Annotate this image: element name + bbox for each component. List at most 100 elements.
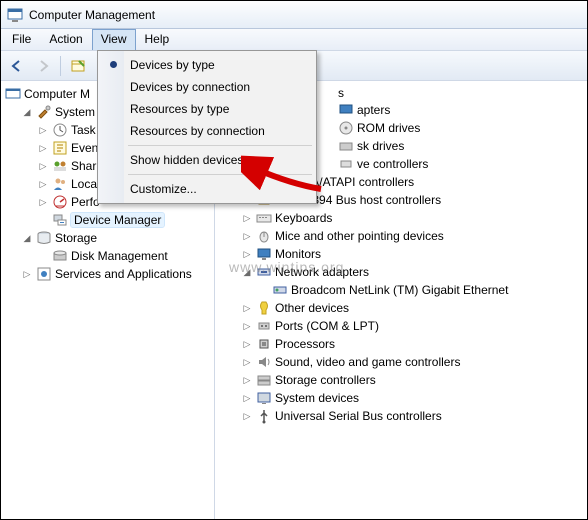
hid-icon	[338, 156, 354, 172]
tree-label: Perfo	[71, 195, 100, 209]
expand-icon[interactable]: ▷	[241, 338, 253, 350]
tree-label: Even	[71, 141, 98, 155]
device-keyboards[interactable]: ▷ Keyboards	[237, 209, 587, 227]
title-bar: Computer Management	[1, 1, 587, 29]
menu-view[interactable]: View	[92, 29, 136, 50]
expand-icon[interactable]: ▷	[241, 410, 253, 422]
forward-button[interactable]	[31, 54, 55, 78]
tree-label: Services and Applications	[55, 267, 192, 281]
tree-label: Universal Serial Bus controllers	[275, 409, 442, 423]
disk-icon	[52, 248, 68, 264]
expand-icon[interactable]: ▷	[37, 142, 49, 154]
device-usb[interactable]: ▷ Universal Serial Bus controllers	[237, 407, 587, 425]
menu-item-label: Resources by connection	[130, 124, 265, 138]
network-icon	[256, 264, 272, 280]
device-root[interactable]: s	[319, 85, 587, 101]
device-manager-icon	[52, 212, 68, 228]
menu-resources-by-type[interactable]: Resources by type	[100, 98, 314, 120]
menu-file[interactable]: File	[3, 29, 40, 50]
expand-icon[interactable]: ▷	[241, 392, 253, 404]
expand-icon[interactable]: ▷	[37, 160, 49, 172]
device-broadcom-netlink[interactable]: Broadcom NetLink (TM) Gigabit Ethernet	[253, 281, 587, 299]
device-monitors[interactable]: ▷Monitors	[237, 245, 587, 263]
tree-label: Disk Management	[71, 249, 168, 263]
menu-devices-by-type[interactable]: Devices by type	[100, 54, 314, 76]
expand-icon[interactable]: ▷	[37, 124, 49, 136]
expand-icon[interactable]: ▷	[37, 196, 49, 208]
device-sound[interactable]: ▷Sound, video and game controllers	[237, 353, 587, 371]
collapse-icon[interactable]: ◢	[241, 266, 253, 278]
tree-label: Device Manager	[71, 213, 164, 227]
tree-storage[interactable]: ◢ Storage	[17, 229, 214, 247]
event-icon	[52, 140, 68, 156]
tree-label: ROM drives	[357, 121, 420, 135]
menu-devices-by-connection[interactable]: Devices by connection	[100, 76, 314, 98]
expand-icon[interactable]: ▷	[241, 212, 253, 224]
device-display-adapters[interactable]: apters	[319, 101, 587, 119]
storage-icon	[36, 230, 52, 246]
disk-icon	[338, 138, 354, 154]
sound-icon	[256, 354, 272, 370]
menu-resources-by-connection[interactable]: Resources by connection	[100, 120, 314, 142]
menu-item-label: Devices by connection	[130, 80, 250, 94]
device-processors[interactable]: ▷ Processors	[237, 335, 587, 353]
menu-separator	[128, 145, 312, 146]
tree-label: Keyboards	[275, 211, 332, 225]
tree-services-applications[interactable]: ▷ Services and Applications	[17, 265, 214, 283]
device-ports[interactable]: ▷Ports (COM & LPT)	[237, 317, 587, 335]
tree-label: s	[338, 86, 344, 100]
back-button[interactable]	[5, 54, 29, 78]
collapse-icon[interactable]	[323, 87, 335, 99]
expand-icon[interactable]: ▷	[241, 230, 253, 242]
expand-icon[interactable]: ▷	[241, 302, 253, 314]
expand-icon[interactable]: ▷	[37, 178, 49, 190]
show-hide-button[interactable]	[66, 54, 90, 78]
menu-item-label: Devices by type	[130, 58, 215, 72]
menu-help[interactable]: Help	[136, 29, 179, 50]
menu-action[interactable]: Action	[40, 29, 91, 50]
cdrom-icon	[338, 120, 354, 136]
expand-icon[interactable]: ▷	[241, 320, 253, 332]
menu-item-label: Resources by type	[130, 102, 229, 116]
tree-label: Shar	[71, 159, 96, 173]
network-adapter-icon	[272, 282, 288, 298]
port-icon	[256, 318, 272, 334]
keyboard-icon	[256, 210, 272, 226]
expand-icon[interactable]: ▷	[241, 356, 253, 368]
tree-label: Processors	[275, 337, 335, 351]
tree-label: Computer M	[24, 87, 90, 101]
menu-customize[interactable]: Customize...	[100, 178, 314, 200]
tree-label: Mice and other pointing devices	[275, 229, 444, 243]
device-other-devices[interactable]: ▷Other devices	[237, 299, 587, 317]
expand-icon[interactable]: ▷	[21, 268, 33, 280]
device-network-adapters[interactable]: ◢Network adapters	[237, 263, 587, 281]
mouse-icon	[256, 228, 272, 244]
users-icon	[52, 176, 68, 192]
collapse-icon[interactable]: ◢	[21, 106, 33, 118]
tree-label: System devices	[275, 391, 359, 405]
tree-device-manager[interactable]: Device Manager	[33, 211, 214, 229]
device-mice[interactable]: ▷ Mice and other pointing devices	[237, 227, 587, 245]
menu-bar: File Action View Help	[1, 29, 587, 51]
processor-icon	[256, 336, 272, 352]
device-disk-drives[interactable]: sk drives	[319, 137, 587, 155]
device-cdrom-drives[interactable]: ROM drives	[319, 119, 587, 137]
expand-icon[interactable]: ▷	[241, 248, 253, 260]
task-icon	[52, 122, 68, 138]
expand-icon[interactable]: ▷	[241, 374, 253, 386]
tree-label: Task	[71, 123, 96, 137]
storage-ctrl-icon	[256, 372, 272, 388]
tree-label: Broadcom NetLink (TM) Gigabit Ethernet	[291, 283, 508, 297]
device-storage-controllers[interactable]: ▷Storage controllers	[237, 371, 587, 389]
other-icon	[256, 300, 272, 316]
tree-disk-management[interactable]: Disk Management	[33, 247, 214, 265]
device-hid[interactable]: ve controllers	[319, 155, 587, 173]
menu-item-label: Customize...	[130, 182, 197, 196]
collapse-icon[interactable]: ◢	[21, 232, 33, 244]
menu-show-hidden-devices[interactable]: Show hidden devices	[100, 149, 314, 171]
device-system-devices[interactable]: ▷ System devices	[237, 389, 587, 407]
shared-icon	[52, 158, 68, 174]
services-icon	[36, 266, 52, 282]
tree-label: apters	[357, 103, 390, 117]
display-icon	[338, 102, 354, 118]
